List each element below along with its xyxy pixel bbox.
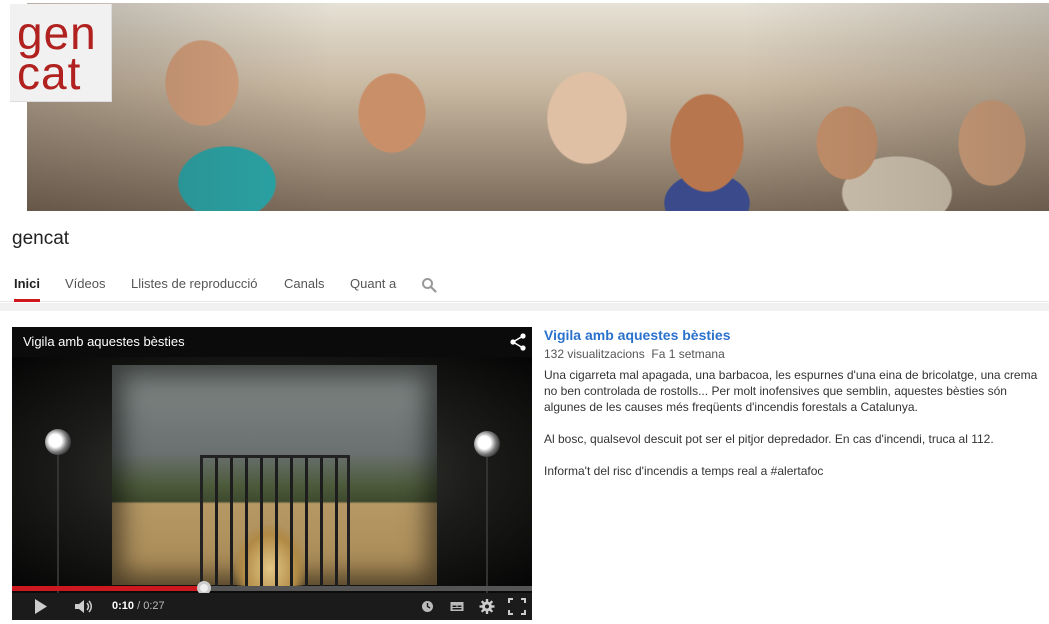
video-description: Vigila amb aquestes bèsties 132 visualit… xyxy=(544,327,1044,495)
logo-text-line2: cat xyxy=(17,46,82,99)
tab-about[interactable]: Quant a xyxy=(350,270,396,302)
tab-videos[interactable]: Vídeos xyxy=(65,270,105,302)
video-title-link[interactable]: Vigila amb aquestes bèsties xyxy=(544,327,1044,343)
current-time: 0:10 xyxy=(112,600,135,612)
lamp-stand-left xyxy=(57,455,59,595)
channel-banner: gen cat xyxy=(0,0,1049,212)
time-display: 0:10 / 0:27 xyxy=(112,600,165,612)
channel-tabs: Inici Vídeos Llistes de reproducció Cana… xyxy=(0,270,1049,302)
watch-later-icon[interactable] xyxy=(421,598,434,615)
settings-icon[interactable] xyxy=(479,598,495,615)
tab-channels[interactable]: Canals xyxy=(284,270,324,302)
progress-fill xyxy=(12,586,205,591)
video-meta: 132 visualitzacions Fa 1 setmana xyxy=(544,347,1044,361)
volume-icon[interactable] xyxy=(74,598,94,615)
upload-age: Fa 1 setmana xyxy=(651,347,725,361)
search-icon[interactable] xyxy=(421,277,437,293)
channel-logo[interactable]: gen cat xyxy=(10,4,112,102)
description-paragraph: Una cigarreta mal apagada, una barbacoa,… xyxy=(544,368,1038,414)
fullscreen-icon[interactable] xyxy=(508,598,526,615)
player-controls: 0:10 / 0:27 xyxy=(12,593,532,620)
captions-icon[interactable] xyxy=(450,598,464,615)
video-frame[interactable] xyxy=(12,357,532,597)
duration: 0:27 xyxy=(143,600,165,612)
view-count: 132 visualitzacions xyxy=(544,347,645,361)
lamp-stand-right xyxy=(486,457,488,597)
spotlight-right xyxy=(474,431,500,457)
description-paragraph: Al bosc, qualsevol descuit pot ser el pi… xyxy=(544,432,994,446)
player-title[interactable]: Vigila amb aquestes bèsties xyxy=(23,334,185,349)
tab-playlists[interactable]: Llistes de reproducció xyxy=(131,270,257,302)
share-icon[interactable] xyxy=(510,333,526,351)
spotlight-left xyxy=(45,429,71,455)
video-player[interactable]: Vigila amb aquestes bèsties 0:10 / 0:27 xyxy=(12,327,532,620)
cage xyxy=(200,455,350,587)
tab-inici[interactable]: Inici xyxy=(14,270,41,302)
banner-image xyxy=(27,3,1049,211)
channel-title[interactable]: gencat xyxy=(12,228,69,250)
section-divider xyxy=(0,303,1049,311)
progress-bar[interactable] xyxy=(12,581,532,595)
description-paragraph: Informa't del risc d'incendis a temps re… xyxy=(544,464,824,478)
play-icon[interactable] xyxy=(34,598,48,615)
